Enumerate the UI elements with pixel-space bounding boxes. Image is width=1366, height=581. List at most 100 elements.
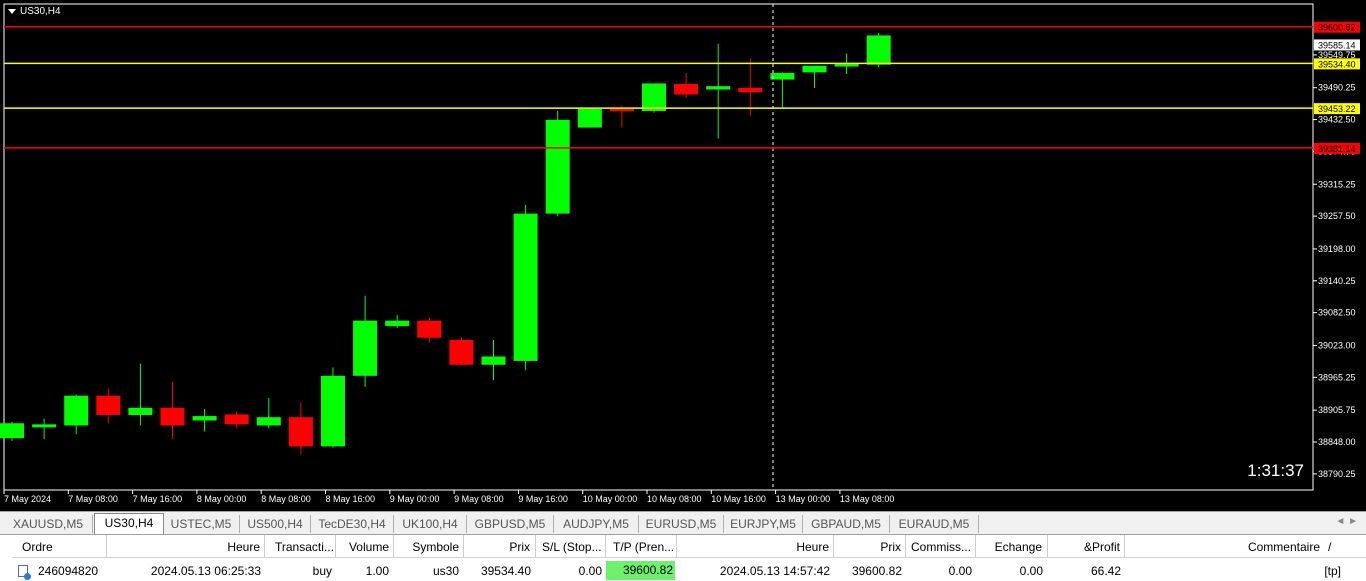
tab-us30-h4[interactable]: US30,H4 bbox=[94, 513, 164, 535]
y-tick-label: 38848.00 bbox=[1318, 437, 1356, 447]
candle-bull bbox=[706, 86, 731, 90]
tab-euraud-m5[interactable]: EURAUD,M5 bbox=[890, 515, 979, 533]
tab-gbpusd-m5[interactable]: GBPUSD,M5 bbox=[467, 515, 554, 533]
cell-order[interactable]: 246094820 bbox=[38, 564, 104, 578]
cell-price[interactable]: 39534.40 bbox=[466, 564, 531, 578]
column-divider bbox=[463, 535, 464, 557]
candle-bull bbox=[866, 35, 891, 65]
current-price-label: 39585.14 bbox=[1318, 40, 1356, 50]
cell-comment[interactable]: [tp] bbox=[1128, 564, 1341, 578]
header-symbol[interactable]: Symbole bbox=[396, 540, 459, 554]
chart-symbol-label[interactable]: US30,H4 bbox=[8, 6, 61, 17]
y-tick-label: 39315.25 bbox=[1318, 179, 1356, 189]
candle-bull bbox=[770, 72, 795, 80]
candlestick-chart[interactable]: 39549.7539490.2539432.5039374.7539315.25… bbox=[0, 0, 1366, 511]
caret-down-icon bbox=[8, 8, 16, 14]
x-tick-label: 8 May 08:00 bbox=[261, 494, 311, 504]
chart-symbol-text: US30,H4 bbox=[20, 6, 61, 17]
column-divider bbox=[264, 535, 265, 557]
header-sl[interactable]: S/L (Stop... bbox=[542, 540, 604, 554]
cell-sl[interactable]: 0.00 bbox=[538, 564, 602, 578]
candle-bear bbox=[738, 87, 763, 93]
cell-symbol[interactable]: us30 bbox=[396, 564, 459, 578]
y-tick-label: 39490.25 bbox=[1318, 83, 1356, 93]
header-close-price[interactable]: Prix bbox=[836, 540, 901, 554]
tab-us500-h4[interactable]: US500,H4 bbox=[240, 515, 311, 533]
candle-bull bbox=[256, 417, 281, 426]
tab-tecde30-h4[interactable]: TecDE30,H4 bbox=[311, 515, 394, 533]
y-tick-label: 39432.50 bbox=[1318, 115, 1356, 125]
header-price[interactable]: Prix bbox=[466, 540, 530, 554]
tab-eurjpy-m5[interactable]: EURJPY,M5 bbox=[724, 515, 803, 533]
header-swap[interactable]: Echange bbox=[978, 540, 1042, 554]
candle-bull bbox=[321, 375, 345, 447]
column-divider bbox=[1047, 535, 1048, 557]
x-tick-label: 9 May 16:00 bbox=[518, 494, 568, 504]
header-commission[interactable]: Commiss... bbox=[911, 540, 974, 554]
column-divider bbox=[905, 535, 906, 557]
price-chart[interactable]: 39549.7539490.2539432.5039374.7539315.25… bbox=[0, 0, 1366, 511]
cell-volume[interactable]: 1.00 bbox=[338, 564, 389, 578]
candle-bear bbox=[449, 339, 474, 365]
y-tick-label: 38905.75 bbox=[1318, 405, 1356, 415]
y-tick-label: 39140.25 bbox=[1318, 276, 1356, 286]
y-tick-label: 38965.25 bbox=[1318, 372, 1356, 382]
x-tick-label: 13 May 00:00 bbox=[776, 494, 831, 504]
trade-history-table: Ordre Heure Transacti... Volume Symbole … bbox=[0, 534, 1366, 581]
column-divider bbox=[605, 535, 606, 557]
x-tick-label: 7 May 08:00 bbox=[68, 494, 118, 504]
cell-time[interactable]: 2024.05.13 06:25:33 bbox=[110, 564, 261, 578]
y-tick-label: 39257.50 bbox=[1318, 211, 1356, 221]
tab-uk100-h4[interactable]: UK100,H4 bbox=[394, 515, 467, 533]
x-tick-label: 8 May 00:00 bbox=[197, 494, 247, 504]
candle-countdown: 1:31:37 bbox=[1247, 461, 1304, 480]
tab-eurusd-m5[interactable]: EURUSD,M5 bbox=[639, 515, 724, 533]
column-divider bbox=[393, 535, 394, 557]
tab-xauusd-m5[interactable]: XAUUSD,M5 bbox=[4, 515, 93, 533]
header-close-time[interactable]: Heure bbox=[680, 540, 829, 554]
chart-tabs-bar: XAUUSD,M5 US30,H4 USTEC,M5 US500,H4 TecD… bbox=[0, 511, 1366, 535]
header-profit[interactable]: &Profit bbox=[1050, 540, 1120, 554]
header-order[interactable]: Ordre bbox=[22, 540, 102, 554]
price-level-label: 39534.40 bbox=[1318, 59, 1356, 69]
candle-bull bbox=[802, 65, 827, 73]
candle-bear bbox=[288, 417, 313, 447]
header-tp[interactable]: T/P (Pren... bbox=[613, 540, 675, 554]
candle-bull bbox=[32, 424, 57, 428]
cell-profit[interactable]: 66.42 bbox=[1050, 564, 1121, 578]
tab-scroll-arrows-icon[interactable]: ◄ ► bbox=[1335, 516, 1358, 527]
candle-bull bbox=[64, 395, 89, 426]
cell-type[interactable]: buy bbox=[268, 564, 332, 578]
candle-bull bbox=[513, 213, 538, 361]
header-type[interactable]: Transacti... bbox=[275, 540, 333, 554]
cell-close-price[interactable]: 39600.82 bbox=[836, 564, 902, 578]
y-tick-label: 38790.25 bbox=[1318, 469, 1356, 479]
column-divider bbox=[975, 535, 976, 557]
cell-close-time[interactable]: 2024.05.13 14:57:42 bbox=[680, 564, 830, 578]
tab-audjpy-m5[interactable]: AUDJPY,M5 bbox=[554, 515, 639, 533]
header-volume[interactable]: Volume bbox=[338, 540, 389, 554]
candle-bear bbox=[417, 320, 442, 338]
tab-ustec-m5[interactable]: USTEC,M5 bbox=[163, 515, 240, 533]
header-comment[interactable]: Commentaire bbox=[1128, 540, 1320, 554]
sort-indicator-icon: / bbox=[1328, 540, 1332, 554]
cell-commission[interactable]: 0.00 bbox=[908, 564, 972, 578]
column-divider bbox=[1124, 535, 1125, 557]
x-tick-label: 8 May 16:00 bbox=[326, 494, 376, 504]
y-tick-label: 39023.00 bbox=[1318, 340, 1356, 350]
cell-swap[interactable]: 0.00 bbox=[978, 564, 1043, 578]
candle-bull bbox=[192, 416, 217, 421]
column-divider bbox=[676, 535, 677, 557]
tab-gbpaud-m5[interactable]: GBPAUD,M5 bbox=[803, 515, 890, 533]
candle-bear bbox=[160, 407, 185, 426]
price-level-label: 39381.14 bbox=[1318, 144, 1356, 154]
price-level-label: 39453.22 bbox=[1318, 104, 1356, 114]
header-time[interactable]: Heure bbox=[110, 540, 260, 554]
cell-tp[interactable]: 39600.82 bbox=[606, 561, 675, 580]
x-tick-label: 7 May 2024 bbox=[4, 494, 51, 504]
header-row-divider bbox=[12, 557, 1366, 558]
price-level-label: 39600.82 bbox=[1318, 23, 1356, 33]
candle-bull bbox=[385, 320, 410, 327]
x-tick-label: 13 May 08:00 bbox=[840, 494, 895, 504]
column-divider bbox=[335, 535, 336, 557]
